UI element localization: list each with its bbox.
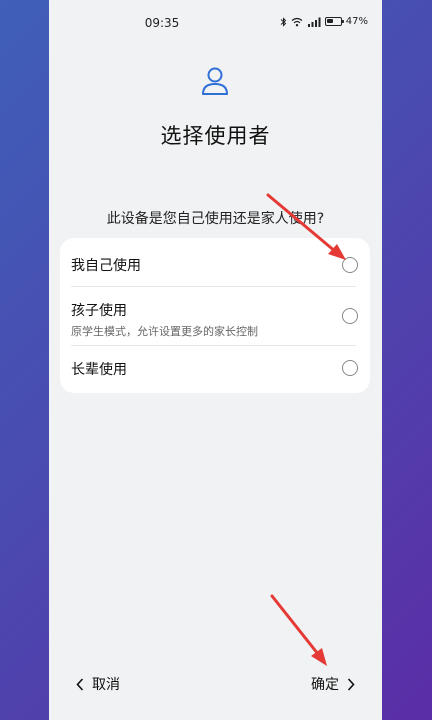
confirm-label: 确定 [311, 677, 339, 693]
divider [71, 345, 356, 346]
wifi-icon [291, 17, 303, 26]
annotation-arrow-top [266, 193, 346, 260]
chevron-right-icon [347, 677, 355, 691]
option-description: 原学生模式，允许设置更多的家长控制 [71, 325, 258, 338]
radio-elder[interactable] [342, 360, 358, 376]
battery-percent: 47% [345, 16, 368, 27]
cancel-label: 取消 [92, 677, 120, 693]
page-title: 选择使用者 [160, 124, 271, 148]
cancel-button[interactable]: 取消 [76, 674, 120, 694]
divider [71, 286, 356, 287]
bluetooth-icon [280, 16, 286, 27]
status-time: 09:35 [144, 16, 180, 30]
option-label: 孩子使用 [71, 303, 127, 319]
option-child[interactable]: 孩子使用 原学生模式，允许设置更多的家长控制 [60, 300, 370, 339]
status-bar: 09:35 47% [49, 0, 382, 46]
user-icon [202, 67, 228, 95]
status-icons: 47% [280, 16, 368, 27]
signal-icon [307, 17, 321, 27]
radio-child[interactable] [342, 308, 358, 324]
confirm-button[interactable]: 确定 [311, 674, 355, 694]
option-elder[interactable]: 长辈使用 [60, 359, 370, 379]
battery-icon [324, 17, 344, 26]
annotation-arrow-bottom [270, 594, 327, 666]
chevron-left-icon [76, 677, 84, 691]
option-label: 长辈使用 [71, 362, 127, 378]
